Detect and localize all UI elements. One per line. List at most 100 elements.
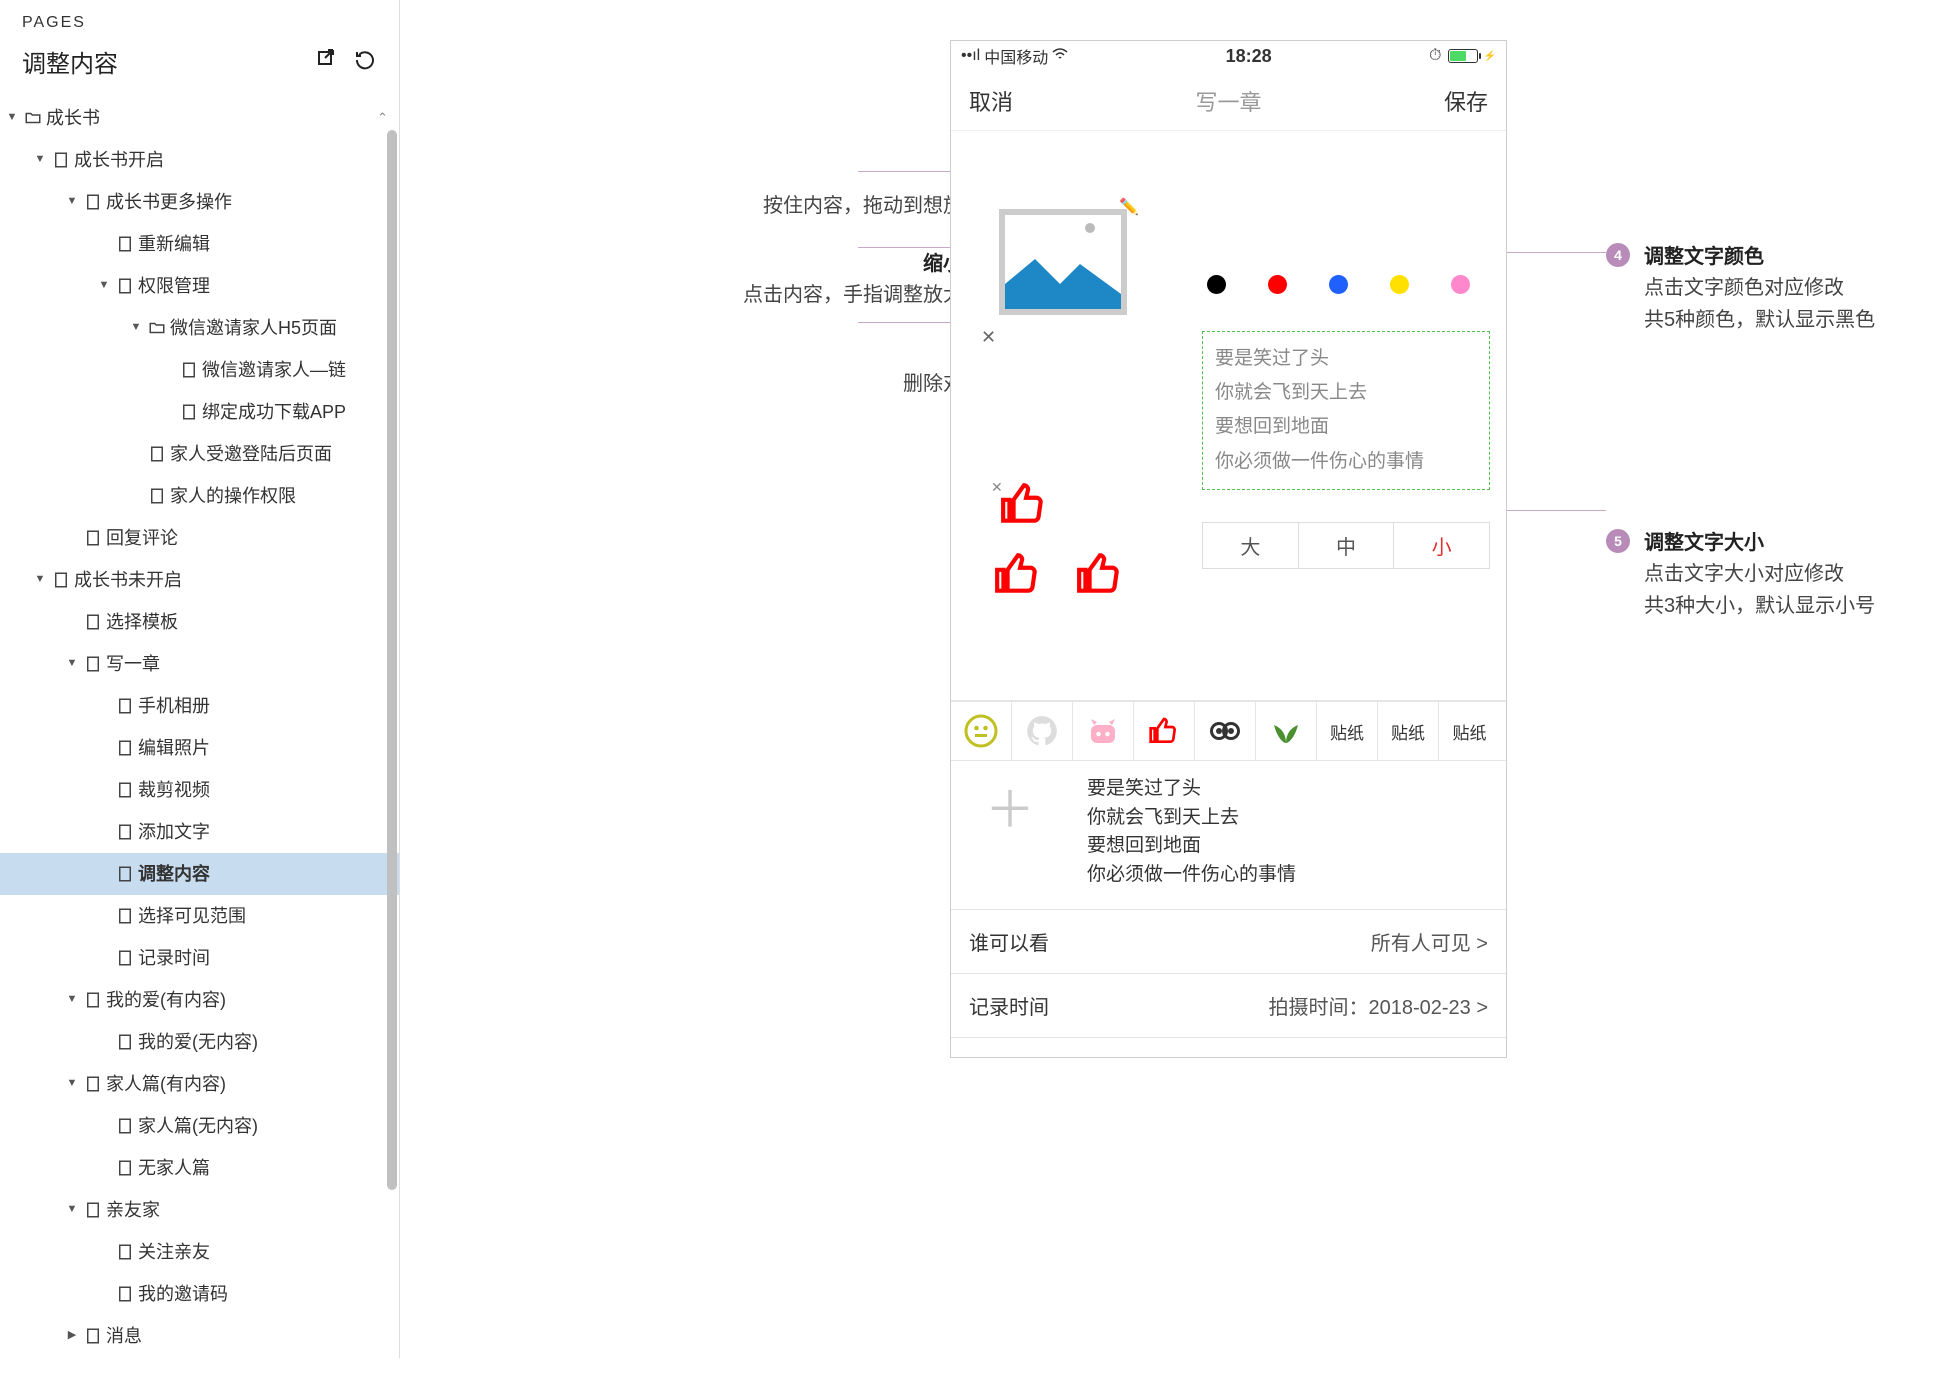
page-icon	[80, 186, 106, 218]
tree-my-invite[interactable]: 我的邀请码	[0, 1273, 399, 1315]
battery-icon	[1448, 49, 1478, 63]
text-element[interactable]: 要是笑过了头 你就会飞到天上去 要想回到地面 你必须做一件伤心的事情	[1202, 331, 1490, 490]
tree-family-sec-no[interactable]: 家人篇(无内容)	[0, 1105, 399, 1147]
size-large[interactable]: 大	[1203, 523, 1298, 568]
sticker-leaf[interactable]	[1256, 702, 1317, 760]
sidebar-title-row: 调整内容	[0, 36, 399, 97]
sticker-smile[interactable]	[951, 702, 1012, 760]
summary-line: 要想回到地面	[1087, 832, 1296, 861]
tree-family-perm[interactable]: 家人的操作权限	[0, 475, 399, 517]
scrollbar-thumb[interactable]	[387, 130, 397, 1190]
page-icon	[112, 1236, 138, 1268]
tree-reply[interactable]: 回复评论	[0, 517, 399, 559]
tree-msg[interactable]: ▶消息	[0, 1315, 399, 1357]
wifi-icon	[1052, 47, 1068, 65]
tree-select-range[interactable]: 选择可见范围	[0, 895, 399, 937]
tree-follow[interactable]: 关注亲友	[0, 1231, 399, 1273]
canvas: 移动1 按住内容，拖动到想放的地方 缩小和放大2 点击内容，手指调整放大和缩小 …	[400, 0, 1952, 1358]
tree-perm[interactable]: ▼权限管理	[0, 265, 399, 307]
edit-handle-icon[interactable]: ✏️	[1119, 197, 1139, 217]
record-time-row[interactable]: 记录时间 拍摄时间：2018-02-23 >	[951, 974, 1506, 1038]
thumb-up-icon[interactable]	[1075, 549, 1125, 599]
delete-icon[interactable]: ✕	[981, 327, 996, 348]
annotation-badge: 5	[1606, 529, 1630, 553]
tree-root[interactable]: ▼成长书⌃	[0, 97, 399, 139]
tree-album[interactable]: 手机相册	[0, 685, 399, 727]
record-value: 拍摄时间：2018-02-23 >	[1268, 991, 1488, 1020]
sticker-owl[interactable]	[1195, 702, 1256, 760]
tree-crop-video[interactable]: 裁剪视频	[0, 769, 399, 811]
tree-open[interactable]: ▼成长书开启	[0, 139, 399, 181]
share-icon[interactable]	[315, 48, 339, 75]
tree-notopen[interactable]: ▼成长书未开启	[0, 559, 399, 601]
sidebar-actions	[315, 48, 377, 75]
page-icon	[80, 648, 106, 680]
tree-invite-link[interactable]: 微信邀请家人—链	[0, 349, 399, 391]
tree-write[interactable]: ▼写一章	[0, 643, 399, 685]
tree-my-love[interactable]: ▼我的爱(有内容)	[0, 979, 399, 1021]
tree-edit-photo[interactable]: 编辑照片	[0, 727, 399, 769]
annotation-4: 4 调整文字颜色 点击文字颜色对应修改 共5种颜色，默认显示黑色	[1606, 240, 1875, 336]
color-red[interactable]	[1268, 275, 1287, 294]
tree-bind-dl[interactable]: 绑定成功下载APP	[0, 391, 399, 433]
tree: ▼成长书⌃ ▼成长书开启 ▼成长书更多操作 重新编辑 ▼权限管理 ▼微信邀请家人…	[0, 97, 399, 1377]
tree-friends[interactable]: ▼亲友家	[0, 1189, 399, 1231]
tree-adjust[interactable]: 调整内容	[0, 853, 399, 895]
page-icon	[112, 732, 138, 764]
scrollbar[interactable]	[385, 110, 399, 1350]
add-button[interactable]: ＋	[969, 775, 1051, 889]
size-small[interactable]: 小	[1393, 523, 1489, 568]
sticker-tab[interactable]: 贴纸	[1439, 702, 1500, 760]
summary-line: 你就会飞到天上去	[1087, 804, 1296, 833]
summary-line: 要是笑过了头	[1087, 775, 1296, 804]
sidebar: PAGES 调整内容 ▼成长书⌃ ▼成长书开启 ▼成长书更多操作 重新编辑 ▼权…	[0, 0, 400, 1358]
text-line: 要想回到地面	[1215, 410, 1477, 444]
save-button[interactable]: 保存	[1444, 85, 1488, 117]
sticker-github[interactable]	[1012, 702, 1073, 760]
page-icon	[48, 564, 74, 596]
annotation-desc: 点击文字颜色对应修改 共5种颜色，默认显示黑色	[1644, 272, 1875, 336]
folder-icon	[144, 312, 170, 344]
page-icon	[112, 774, 138, 806]
tree-add-text[interactable]: 添加文字	[0, 811, 399, 853]
sticker-tab[interactable]: 贴纸	[1317, 702, 1378, 760]
color-black[interactable]	[1207, 275, 1226, 294]
tree-more-ops[interactable]: ▼成长书更多操作	[0, 181, 399, 223]
status-right: ⏱ ⚡	[1429, 47, 1496, 65]
summary-text: 要是笑过了头 你就会飞到天上去 要想回到地面 你必须做一件伤心的事情	[1087, 775, 1296, 889]
annotation-title: 调整文字颜色	[1644, 240, 1875, 269]
refresh-icon[interactable]	[353, 48, 377, 75]
sticker-thumb[interactable]	[1134, 702, 1195, 760]
annotation-title: 调整文字大小	[1644, 526, 1875, 555]
tree-reedit[interactable]: 重新编辑	[0, 223, 399, 265]
page-icon	[112, 228, 138, 260]
tree-family-sec[interactable]: ▼家人篇(有内容)	[0, 1063, 399, 1105]
sidebar-header: PAGES	[0, 0, 399, 36]
tree-record-time[interactable]: 记录时间	[0, 937, 399, 979]
tree-my-love-no[interactable]: 我的爱(无内容)	[0, 1021, 399, 1063]
size-medium[interactable]: 中	[1298, 523, 1394, 568]
tree-family-login[interactable]: 家人受邀登陆后页面	[0, 433, 399, 475]
image-placeholder-sun	[1085, 223, 1095, 233]
page-icon	[144, 438, 170, 470]
color-blue[interactable]	[1329, 275, 1348, 294]
page-icon	[112, 816, 138, 848]
image-placeholder-hills	[1005, 249, 1121, 309]
carrier-label: 中国移动	[984, 44, 1048, 68]
status-bar: ••ıl 中国移动 18:28 ⏱ ⚡	[951, 41, 1506, 71]
thumb-up-icon[interactable]	[993, 549, 1043, 599]
visibility-row[interactable]: 谁可以看 所有人可见 >	[951, 910, 1506, 974]
tree-select-tpl[interactable]: 选择模板	[0, 601, 399, 643]
sticker-pig[interactable]	[1073, 702, 1134, 760]
cancel-button[interactable]: 取消	[969, 85, 1013, 117]
tree-invite-h5[interactable]: ▼微信邀请家人H5页面	[0, 307, 399, 349]
edit-canvas[interactable]: ✏️ ✕ 要是笑过了头 你就会飞到天上去 要想回到地面 你必须做一件伤心的事情 …	[951, 131, 1506, 701]
tree-no-family[interactable]: 无家人篇	[0, 1147, 399, 1189]
text-line: 你必须做一件伤心的事情	[1215, 445, 1477, 479]
color-yellow[interactable]	[1390, 275, 1409, 294]
thumb-up-icon[interactable]	[999, 479, 1049, 529]
color-pink[interactable]	[1451, 275, 1470, 294]
charging-icon: ⚡	[1484, 51, 1496, 62]
image-element[interactable]	[999, 209, 1127, 315]
sticker-tab[interactable]: 贴纸	[1378, 702, 1439, 760]
